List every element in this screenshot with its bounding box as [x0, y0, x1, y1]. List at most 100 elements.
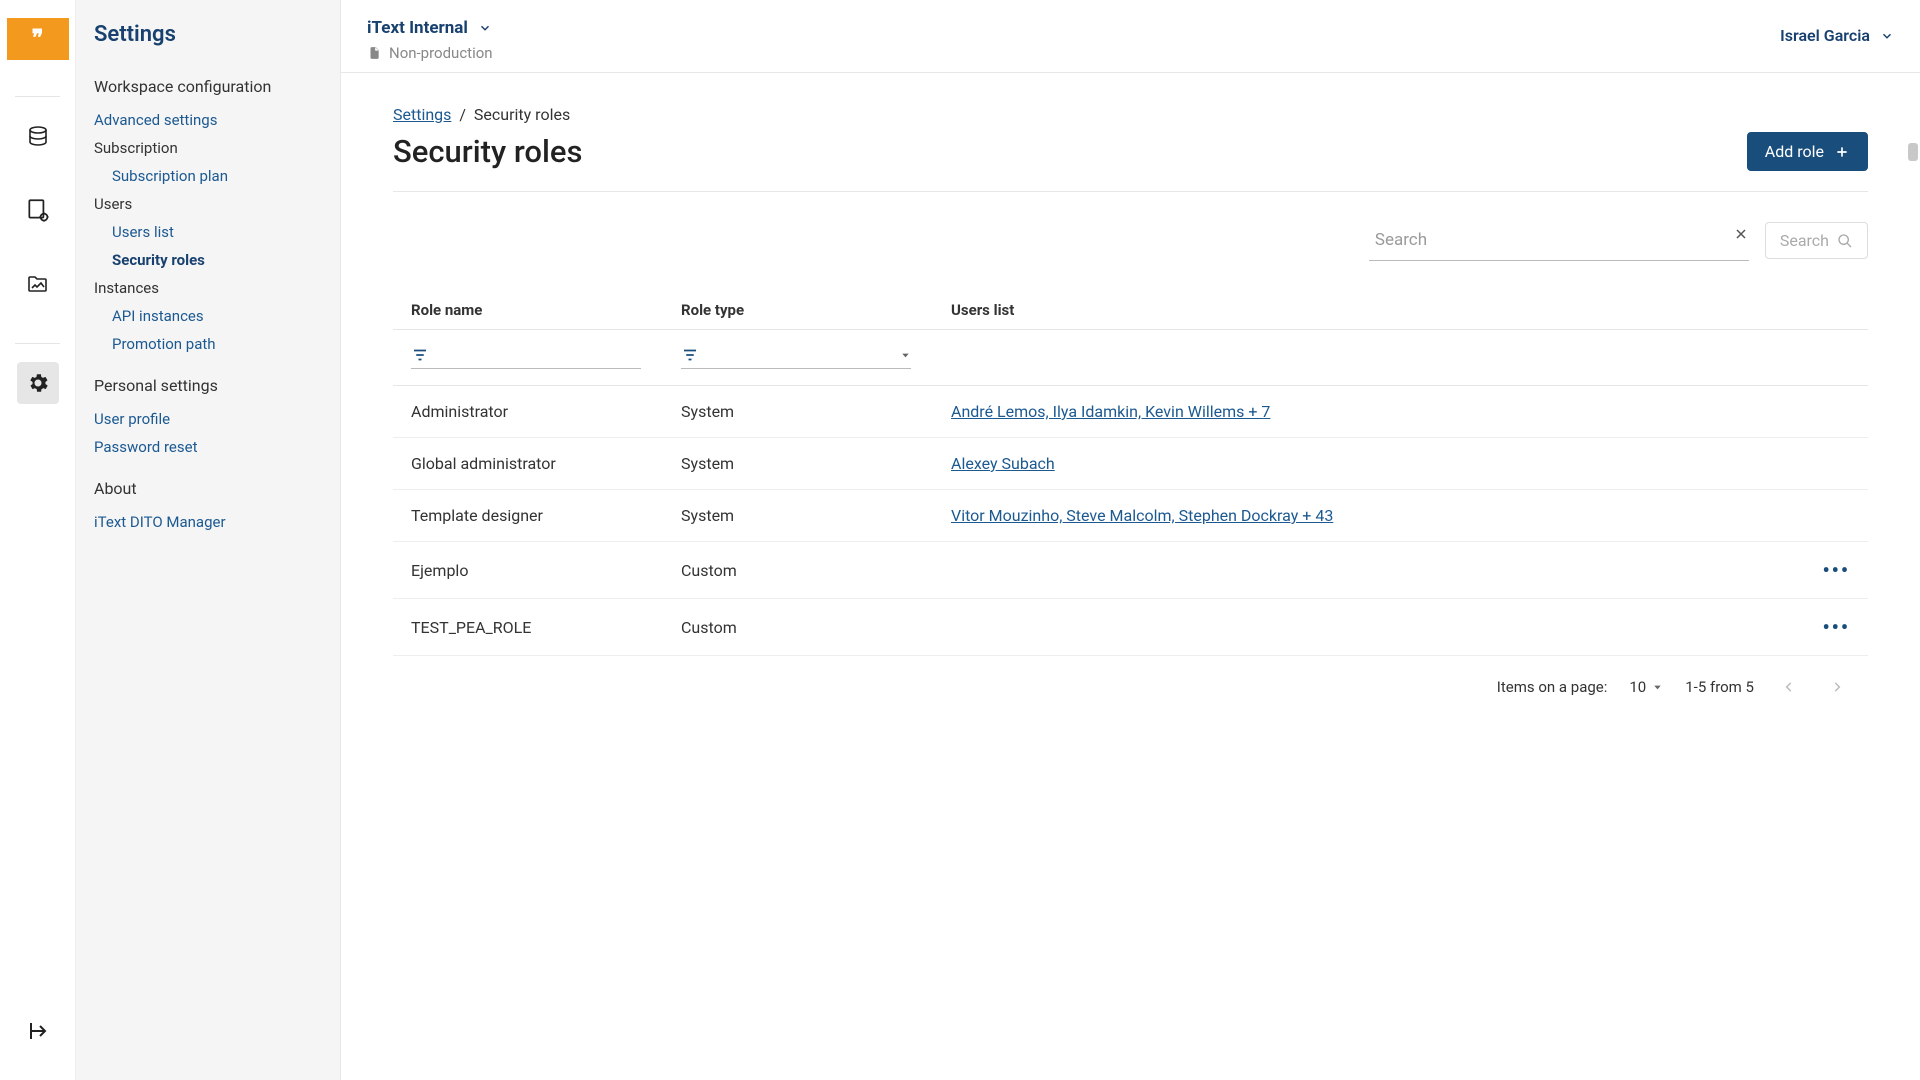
- prev-page-button[interactable]: [1776, 676, 1802, 698]
- cell-role-type: Custom: [681, 561, 951, 580]
- users-link[interactable]: Alexey Subach: [951, 454, 1055, 473]
- user-menu[interactable]: Israel Garcia: [1780, 18, 1894, 45]
- cell-role-type: System: [681, 506, 951, 525]
- nav-collapse[interactable]: [17, 1010, 59, 1052]
- filter-icon: [681, 346, 699, 364]
- add-role-button[interactable]: Add role: [1747, 132, 1868, 171]
- column-users-list[interactable]: Users list: [951, 301, 1750, 319]
- nav-database[interactable]: [17, 115, 59, 157]
- sidebar-item-advanced[interactable]: Advanced settings: [90, 106, 316, 134]
- cell-role-type: Custom: [681, 618, 951, 637]
- cell-role-name: Global administrator: [411, 454, 681, 473]
- column-role-name[interactable]: Role name: [411, 301, 681, 319]
- page-size-value: 10: [1629, 678, 1646, 696]
- row-actions[interactable]: •••: [1750, 615, 1850, 639]
- table-header: Role name Role type Users list: [393, 291, 1868, 330]
- gear-icon: [26, 371, 50, 395]
- cell-role-name: Ejemplo: [411, 561, 681, 580]
- sidebar-section-workspace: Workspace configuration: [94, 77, 316, 96]
- app-logo[interactable]: ❞: [15, 18, 61, 60]
- chevron-down-icon: [1880, 29, 1894, 43]
- workspace-name: iText Internal: [367, 18, 468, 38]
- search-button[interactable]: Search: [1765, 222, 1868, 259]
- chevron-down-icon: [478, 21, 492, 35]
- filter-role-type[interactable]: [681, 346, 911, 369]
- scrollbar-thumb[interactable]: [1908, 143, 1918, 161]
- sidebar-item-api-instances[interactable]: API instances: [90, 302, 316, 330]
- settings-sidebar: Settings Workspace configuration Advance…: [76, 0, 341, 1080]
- search-button-label: Search: [1780, 231, 1829, 250]
- caret-down-icon: [1652, 682, 1663, 693]
- sidebar-title: Settings: [94, 22, 316, 47]
- sidebar-item-password-reset[interactable]: Password reset: [90, 433, 316, 461]
- column-role-type[interactable]: Role type: [681, 301, 951, 319]
- env-indicator: Non-production: [367, 44, 493, 62]
- env-label: Non-production: [389, 44, 493, 62]
- search-field: [1369, 220, 1749, 261]
- nav-settings[interactable]: [17, 362, 59, 404]
- sidebar-item-instances: Instances: [90, 274, 316, 302]
- nav-images[interactable]: [17, 263, 59, 305]
- breadcrumb-root[interactable]: Settings: [393, 105, 451, 124]
- sidebar-section-personal: Personal settings: [94, 376, 316, 395]
- page-size-selector[interactable]: 10: [1629, 678, 1663, 696]
- sidebar-item-user-profile[interactable]: User profile: [90, 405, 316, 433]
- rail-separator-2: [15, 343, 60, 344]
- chevron-right-icon: [1830, 680, 1844, 694]
- sidebar-item-promotion-path[interactable]: Promotion path: [90, 330, 316, 358]
- caret-down-icon: [900, 350, 911, 361]
- table-row: Global administratorSystemAlexey Subach: [393, 438, 1868, 490]
- search-input[interactable]: [1369, 220, 1749, 261]
- main: iText Internal Non-production Israel Gar…: [341, 0, 1920, 1080]
- chevron-left-icon: [1782, 680, 1796, 694]
- cell-users: André Lemos, Ilya Idamkin, Kevin Willems…: [951, 402, 1750, 421]
- next-page-button[interactable]: [1824, 676, 1850, 698]
- device-settings-icon: [25, 197, 51, 223]
- cell-role-name: Administrator: [411, 402, 681, 421]
- sidebar-item-dito-manager[interactable]: iText DITO Manager: [90, 508, 316, 536]
- cell-role-type: System: [681, 402, 951, 421]
- cell-users: Alexey Subach: [951, 454, 1750, 473]
- sidebar-item-subscription: Subscription: [90, 134, 316, 162]
- workspace-selector[interactable]: iText Internal: [367, 18, 493, 38]
- items-per-page-label: Items on a page:: [1497, 678, 1608, 696]
- pagination-range: 1-5 from 5: [1685, 678, 1754, 696]
- exit-arrow-icon: [26, 1019, 50, 1043]
- database-icon: [26, 124, 50, 148]
- nav-instance[interactable]: [17, 189, 59, 231]
- roles-table: Role name Role type Users list: [393, 291, 1868, 656]
- breadcrumb: Settings / Security roles: [393, 105, 1868, 124]
- table-filter-row: [393, 330, 1868, 386]
- sidebar-section-about: About: [94, 479, 316, 498]
- plus-icon: [1834, 144, 1850, 160]
- row-actions[interactable]: •••: [1750, 558, 1850, 582]
- image-folder-icon: [25, 272, 51, 296]
- table-row: AdministratorSystemAndré Lemos, Ilya Ida…: [393, 386, 1868, 438]
- cell-role-type: System: [681, 454, 951, 473]
- search-clear-button[interactable]: [1733, 226, 1749, 242]
- sidebar-item-subscription-plan[interactable]: Subscription plan: [90, 162, 316, 190]
- filter-icon: [411, 346, 429, 364]
- sidebar-item-users: Users: [90, 190, 316, 218]
- breadcrumb-current: Security roles: [474, 105, 570, 124]
- topbar: iText Internal Non-production Israel Gar…: [341, 0, 1920, 73]
- rail-separator: [15, 96, 60, 97]
- search-icon: [1837, 233, 1853, 249]
- cell-role-name: TEST_PEA_ROLE: [411, 618, 681, 637]
- table-row: EjemploCustom •••: [393, 542, 1868, 599]
- sidebar-item-security-roles[interactable]: Security roles: [90, 246, 316, 274]
- file-icon: [367, 45, 381, 61]
- close-icon: [1733, 226, 1749, 242]
- icon-rail: ❞: [0, 0, 76, 1080]
- table-row: TEST_PEA_ROLECustom •••: [393, 599, 1868, 656]
- cell-users: Vitor Mouzinho, Steve Malcolm, Stephen D…: [951, 506, 1750, 525]
- pagination: Items on a page: 10 1-5 from 5: [393, 656, 1868, 704]
- users-link[interactable]: Vitor Mouzinho, Steve Malcolm, Stephen D…: [951, 506, 1333, 525]
- add-role-label: Add role: [1765, 142, 1824, 161]
- sidebar-item-users-list[interactable]: Users list: [90, 218, 316, 246]
- cell-role-name: Template designer: [411, 506, 681, 525]
- users-link[interactable]: André Lemos, Ilya Idamkin, Kevin Willems…: [951, 402, 1270, 421]
- filter-role-name[interactable]: [411, 346, 641, 369]
- user-name: Israel Garcia: [1780, 26, 1870, 45]
- page-title: Security roles: [393, 133, 582, 170]
